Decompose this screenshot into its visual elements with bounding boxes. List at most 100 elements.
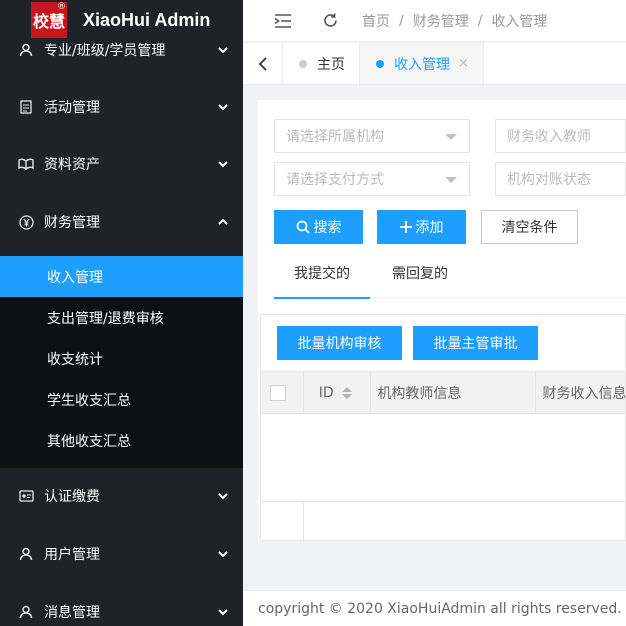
search-icon bbox=[296, 220, 310, 234]
teacher-input-placeholder: 财务收入教师 bbox=[507, 129, 591, 145]
subtab-submitted[interactable]: 我提交的 bbox=[274, 248, 370, 299]
sidebar-item-label: 活动管理 bbox=[44, 100, 100, 116]
breadcrumb-separator: / bbox=[399, 12, 404, 29]
top-bar: 首页 / 财务管理 / 收入管理 bbox=[243, 0, 626, 42]
tab-home[interactable]: 主页 bbox=[283, 43, 360, 84]
sidebar-item-label: 用户管理 bbox=[44, 547, 100, 563]
sidebar-item-label: 资料资产 bbox=[44, 157, 100, 173]
sidebar-item-label: 认证缴费 bbox=[44, 489, 100, 505]
sidebar-subitem-student-summary[interactable]: 学生收支汇总 bbox=[0, 379, 243, 420]
sidebar-subitem-label: 收支统计 bbox=[47, 351, 103, 368]
column-header-income-info: 财务收入信息 bbox=[536, 372, 625, 414]
select-all-cell bbox=[261, 372, 304, 414]
teacher-input[interactable]: 财务收入教师 bbox=[495, 119, 626, 153]
page-footer: copyright © 2020 XiaoHuiAdmin all rights… bbox=[243, 590, 626, 626]
chevron-down-icon bbox=[218, 609, 228, 616]
table-toolbar: 批量机构审核 批量主管审批 bbox=[261, 315, 625, 372]
sidebar-subitem-statistics[interactable]: 收支统计 bbox=[0, 338, 243, 379]
tab-income[interactable]: 收入管理 × bbox=[360, 43, 484, 84]
finance-submenu: 收入管理 支出管理/退费审核 收支统计 学生收支汇总 其他收支汇总 bbox=[0, 256, 243, 468]
column-label: ID bbox=[318, 385, 334, 401]
tab-label: 收入管理 bbox=[394, 56, 450, 73]
payment-select-placeholder: 请选择支付方式 bbox=[286, 172, 384, 188]
payment-method-select[interactable]: 请选择支付方式 bbox=[274, 162, 470, 196]
user-icon bbox=[18, 604, 34, 620]
clear-button[interactable]: 清空条件 bbox=[481, 210, 578, 244]
sidebar-item-activities[interactable]: 活动管理 bbox=[0, 79, 243, 135]
sidebar-subitem-income[interactable]: 收入管理 bbox=[0, 256, 243, 297]
batch-institution-label: 批量机构审核 bbox=[297, 336, 382, 352]
sidebar-item-assets[interactable]: 资料资产 bbox=[0, 136, 243, 192]
chevron-up-icon bbox=[218, 218, 228, 225]
batch-supervisor-approve-button[interactable]: 批量主管审批 bbox=[413, 326, 538, 360]
caret-down-icon bbox=[445, 134, 457, 140]
sidebar-item-students[interactable]: 专业/班级/学员管理 bbox=[0, 22, 243, 78]
column-label: 财务收入信息 bbox=[542, 386, 625, 402]
column-header-teacher-info: 机构教师信息 bbox=[371, 372, 537, 414]
table-footer bbox=[261, 501, 625, 542]
sidebar-item-label: 专业/班级/学员管理 bbox=[44, 43, 166, 59]
clear-button-label: 清空条件 bbox=[501, 220, 558, 236]
sidebar-item-messages[interactable]: 消息管理 bbox=[0, 584, 243, 626]
tab-dot bbox=[376, 59, 384, 68]
table-body-empty bbox=[261, 415, 625, 501]
select-all-checkbox[interactable] bbox=[270, 385, 286, 401]
page-tabs: 主页 收入管理 × bbox=[243, 43, 626, 85]
institution-select-placeholder: 请选择所属机构 bbox=[286, 129, 384, 145]
close-icon[interactable]: × bbox=[458, 56, 469, 71]
user-icon bbox=[18, 546, 34, 562]
yen-circle-icon bbox=[18, 214, 34, 230]
breadcrumb-separator: / bbox=[477, 12, 483, 29]
sidebar-item-finance[interactable]: 财务管理 bbox=[0, 194, 243, 250]
document-icon bbox=[18, 99, 34, 115]
chevron-down-icon bbox=[218, 104, 228, 111]
sort-icon[interactable] bbox=[341, 387, 352, 399]
batch-supervisor-label: 批量主管审批 bbox=[433, 336, 518, 352]
copyright-text: copyright © 2020 XiaoHuiAdmin all rights… bbox=[258, 600, 622, 617]
institution-select[interactable]: 请选择所属机构 bbox=[274, 119, 470, 153]
table-header: ID 机构教师信息 财务收入信息 bbox=[261, 372, 625, 414]
chevron-down-icon bbox=[218, 161, 228, 168]
column-label: 机构教师信息 bbox=[377, 386, 462, 402]
reconcile-input-placeholder: 机构对账状态 bbox=[507, 172, 591, 188]
sidebar-item-users[interactable]: 用户管理 bbox=[0, 526, 243, 582]
collapse-menu-icon[interactable] bbox=[273, 11, 293, 31]
chevron-down-icon bbox=[218, 551, 228, 558]
sidebar-subitem-expense[interactable]: 支出管理/退费审核 bbox=[0, 297, 243, 338]
sidebar-subitem-label: 学生收支汇总 bbox=[47, 392, 131, 409]
book-icon bbox=[18, 156, 34, 172]
breadcrumb: 首页 / 财务管理 / 收入管理 bbox=[362, 11, 547, 31]
subtab-pending-reply[interactable]: 需回复的 bbox=[392, 248, 448, 298]
refresh-icon[interactable] bbox=[320, 11, 340, 31]
tabs-scroll-left-button[interactable] bbox=[243, 43, 283, 84]
sidebar-item-label: 财务管理 bbox=[44, 215, 100, 231]
search-button[interactable]: 搜索 bbox=[274, 210, 363, 244]
sidebar-subitem-label: 其他收支汇总 bbox=[47, 433, 131, 450]
add-button[interactable]: 添加 bbox=[377, 210, 466, 244]
breadcrumb-finance[interactable]: 财务管理 bbox=[413, 11, 469, 31]
sidebar-subitem-label: 收入管理 bbox=[47, 269, 103, 286]
card-icon bbox=[18, 488, 34, 504]
table-footer-cell bbox=[261, 502, 304, 542]
subtab-label: 需回复的 bbox=[392, 266, 448, 282]
user-icon bbox=[18, 42, 34, 58]
sidebar-subitem-other-summary[interactable]: 其他收支汇总 bbox=[0, 420, 243, 461]
sidebar: 校慧 ® XiaoHui Admin 专业/班级/学员管理 活动管理 资料资产 … bbox=[0, 0, 243, 626]
batch-institution-review-button[interactable]: 批量机构审核 bbox=[277, 326, 402, 360]
sub-tabs: 我提交的 需回复的 bbox=[274, 248, 626, 299]
sidebar-item-certification[interactable]: 认证缴费 bbox=[0, 468, 243, 524]
plus-icon bbox=[399, 221, 412, 233]
tab-label: 主页 bbox=[317, 56, 345, 73]
data-table: 批量机构审核 批量主管审批 ID 机构教师信息 财务收入信息 bbox=[260, 314, 626, 542]
sidebar-item-label: 消息管理 bbox=[44, 605, 100, 621]
chevron-left-icon bbox=[258, 56, 267, 71]
add-button-label: 添加 bbox=[415, 220, 444, 236]
reconcile-status-input[interactable]: 机构对账状态 bbox=[495, 162, 626, 196]
chevron-down-icon bbox=[218, 493, 228, 500]
chevron-down-icon bbox=[218, 47, 228, 54]
subtab-label: 我提交的 bbox=[294, 266, 350, 282]
breadcrumb-current: 收入管理 bbox=[491, 13, 548, 30]
breadcrumb-home[interactable]: 首页 bbox=[362, 11, 390, 31]
column-header-id[interactable]: ID bbox=[304, 372, 372, 414]
sidebar-subitem-label: 支出管理/退费审核 bbox=[47, 310, 164, 327]
